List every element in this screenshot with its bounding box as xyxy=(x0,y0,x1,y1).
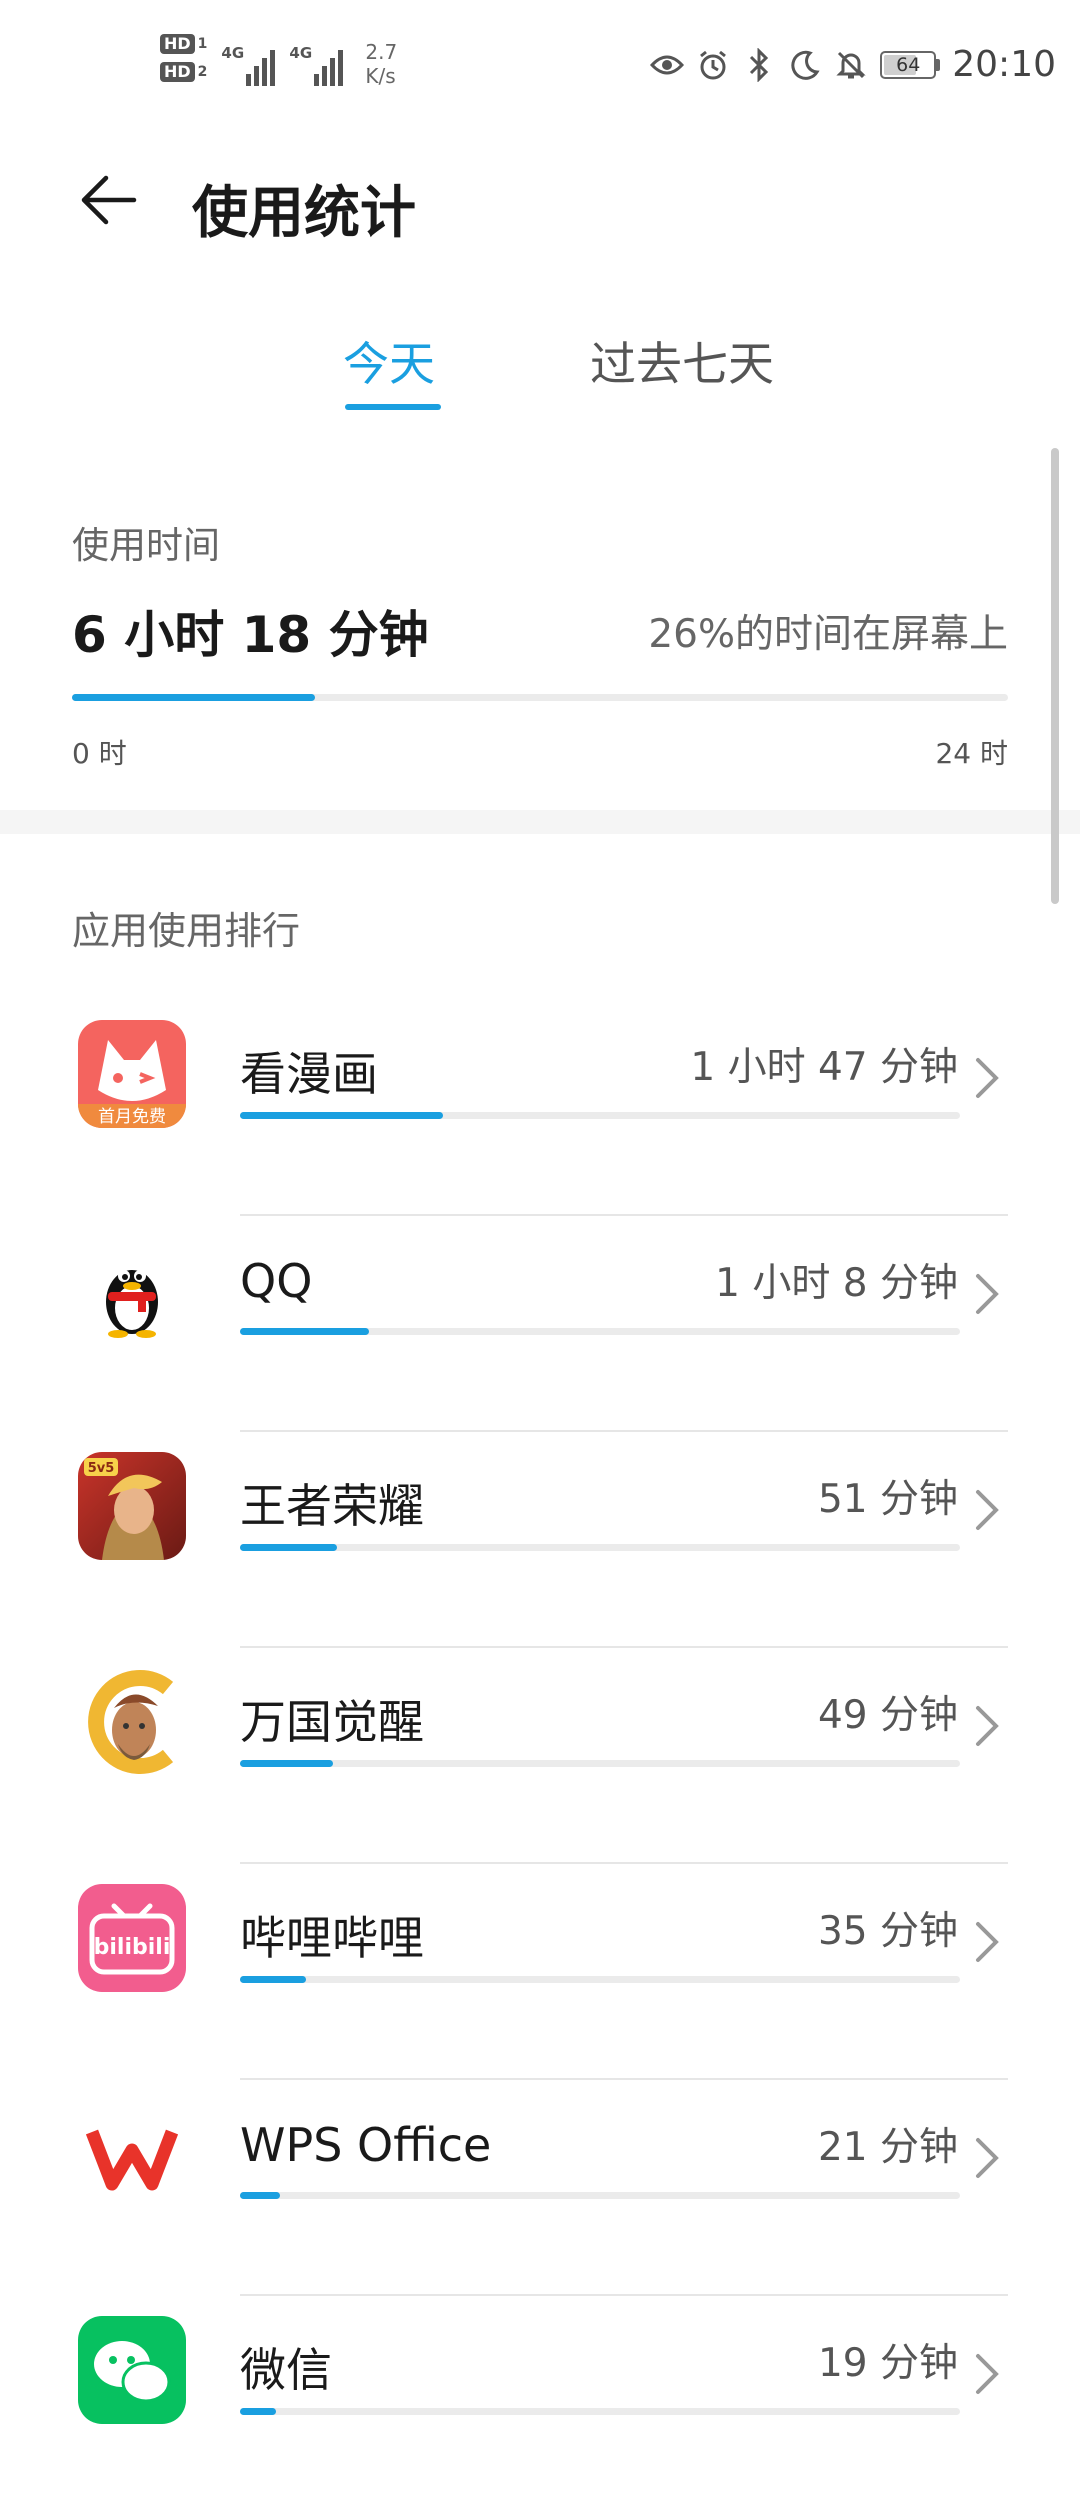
bilibili-icon: bilibili xyxy=(78,1884,186,1992)
axis-start-label: 0 时 xyxy=(72,737,127,770)
app-usage-bar-fill xyxy=(240,2408,276,2415)
app-usage-bar-fill xyxy=(240,1544,337,1551)
hd1-badge: HD xyxy=(160,34,195,54)
status-clock: 20:10 xyxy=(952,44,1056,85)
honor-of-kings-icon: 5v5 xyxy=(78,1452,186,1560)
battery-level: 64 xyxy=(896,53,921,76)
hd2-badge: HD xyxy=(160,62,195,82)
app-usage-time: 1 小时 8 分钟 xyxy=(715,1261,958,1306)
usage-time-label: 使用时间 xyxy=(72,524,220,567)
app-bar: 使用统计 xyxy=(0,150,1080,250)
screen-time-percent: 26%的时间在屏幕上 xyxy=(648,612,1008,657)
app-usage-bar xyxy=(240,2192,960,2199)
total-usage-bar-fill xyxy=(72,694,316,701)
bilibili-logo-text: bilibili xyxy=(94,1935,171,1960)
hd1-indicator: HD 1 xyxy=(160,34,207,54)
app-usage-bar-fill xyxy=(240,1976,307,1983)
speed-value: 2.7 xyxy=(365,40,398,64)
app-usage-time: 35 分钟 xyxy=(817,1909,958,1954)
status-bar: HD 1 HD 2 4G 4G 2.7 K/s 64 20:10 xyxy=(0,0,1080,130)
app-name: 微信 xyxy=(240,2343,332,2397)
app-row-wechat[interactable]: 微信 19 分钟 xyxy=(0,2296,1080,2512)
app-usage-bar xyxy=(240,2408,960,2415)
chevron-right-icon xyxy=(976,1922,999,1962)
total-usage-bar xyxy=(72,694,1008,701)
chevron-right-icon xyxy=(976,1706,999,1746)
app-usage-time: 1 小时 47 分钟 xyxy=(690,1045,958,1090)
battery-indicator: 64 xyxy=(880,50,941,79)
chevron-right-icon xyxy=(976,1058,999,1098)
hd2-sub: 2 xyxy=(197,64,208,80)
app-usage-bar-fill xyxy=(240,1112,443,1119)
app-name: QQ xyxy=(240,1254,313,1308)
app-name: 看漫画 xyxy=(240,1047,378,1101)
app-row-bilibili[interactable]: bilibili 哔哩哔哩 35 分钟 xyxy=(0,1864,1080,2080)
speed-unit: K/s xyxy=(365,64,396,88)
app-row-kanmanhua[interactable]: 首月免费 看漫画 1 小时 47 分钟 xyxy=(0,1000,1080,1216)
qq-icon xyxy=(78,1236,186,1344)
chevron-right-icon xyxy=(976,1274,999,1314)
axis-end-label: 24 时 xyxy=(935,737,1008,770)
network-speed: 2.7 K/s xyxy=(365,40,397,88)
status-bar-system: 64 20:10 xyxy=(650,44,1056,85)
app-name: 哔哩哔哩 xyxy=(240,1911,424,1965)
section-divider xyxy=(0,810,1080,834)
app-usage-bar-fill xyxy=(240,1328,369,1335)
wechat-icon xyxy=(78,2316,186,2424)
app-name: 万国觉醒 xyxy=(240,1695,424,1749)
total-usage-time: 6 小时 18 分钟 xyxy=(72,606,429,664)
app-usage-bar xyxy=(240,1112,960,1119)
wps-icon xyxy=(78,2100,186,2208)
app-row-rise-of-kingdoms[interactable]: 万国觉醒 49 分钟 xyxy=(0,1648,1080,1864)
app-usage-time: 21 分钟 xyxy=(817,2125,958,2170)
scrollbar[interactable] xyxy=(1051,448,1059,904)
back-arrow-icon xyxy=(81,175,137,225)
app-usage-bar xyxy=(240,1328,960,1335)
battery-icon: 64 xyxy=(880,50,937,79)
app-usage-time: 49 分钟 xyxy=(817,1693,958,1738)
active-tab-indicator xyxy=(345,404,441,410)
kanmanhua-badge-text: 首月免费 xyxy=(98,1107,166,1127)
chevron-right-icon xyxy=(976,2354,999,2394)
app-usage-bar xyxy=(240,1544,960,1551)
alarm-icon xyxy=(696,48,730,82)
moon-icon xyxy=(788,48,822,82)
tab-today[interactable]: 今天 xyxy=(343,328,435,394)
eye-icon xyxy=(650,48,685,82)
app-usage-time: 51 分钟 xyxy=(817,1477,958,1522)
app-name: WPS Office xyxy=(240,2118,492,2172)
chevron-right-icon xyxy=(976,2138,999,2178)
hd2-indicator: HD 2 xyxy=(160,62,207,82)
signal1-icon: 4G xyxy=(221,34,276,86)
app-usage-bar-fill xyxy=(240,2192,280,2199)
signal2-icon: 4G xyxy=(289,34,344,86)
app-row-honor-of-kings[interactable]: 5v5 王者荣耀 51 分钟 xyxy=(0,1432,1080,1648)
net2-label: 4G xyxy=(289,44,313,62)
chevron-right-icon xyxy=(976,1490,999,1530)
app-usage-time: 19 分钟 xyxy=(817,2341,958,2386)
rise-of-kingdoms-icon xyxy=(78,1668,186,1776)
back-button[interactable] xyxy=(68,164,148,236)
app-usage-bar-fill xyxy=(240,1760,333,1767)
hd1-sub: 1 xyxy=(197,36,208,52)
bell-off-icon xyxy=(834,48,868,82)
net1-label: 4G xyxy=(221,44,245,62)
app-usage-bar xyxy=(240,1976,960,1983)
tab-past-seven-days[interactable]: 过去七天 xyxy=(590,328,774,394)
app-name: 王者荣耀 xyxy=(240,1479,424,1533)
hd-indicators: HD 1 HD 2 xyxy=(160,34,207,82)
bluetooth-icon xyxy=(742,47,776,82)
status-bar-network: HD 1 HD 2 4G 4G 2.7 K/s xyxy=(160,34,397,88)
app-ranking-title: 应用使用排行 xyxy=(72,909,301,953)
app-usage-bar xyxy=(240,1760,960,1767)
honor-badge-text: 5v5 xyxy=(88,1461,115,1476)
app-row-wps-office[interactable]: WPS Office 21 分钟 xyxy=(0,2080,1080,2296)
app-row-qq[interactable]: QQ 1 小时 8 分钟 xyxy=(0,1216,1080,1432)
page-title: 使用统计 xyxy=(192,181,416,246)
kanmanhua-icon: 首月免费 xyxy=(78,1020,186,1128)
period-tabs: 今天 过去七天 xyxy=(0,318,1080,428)
